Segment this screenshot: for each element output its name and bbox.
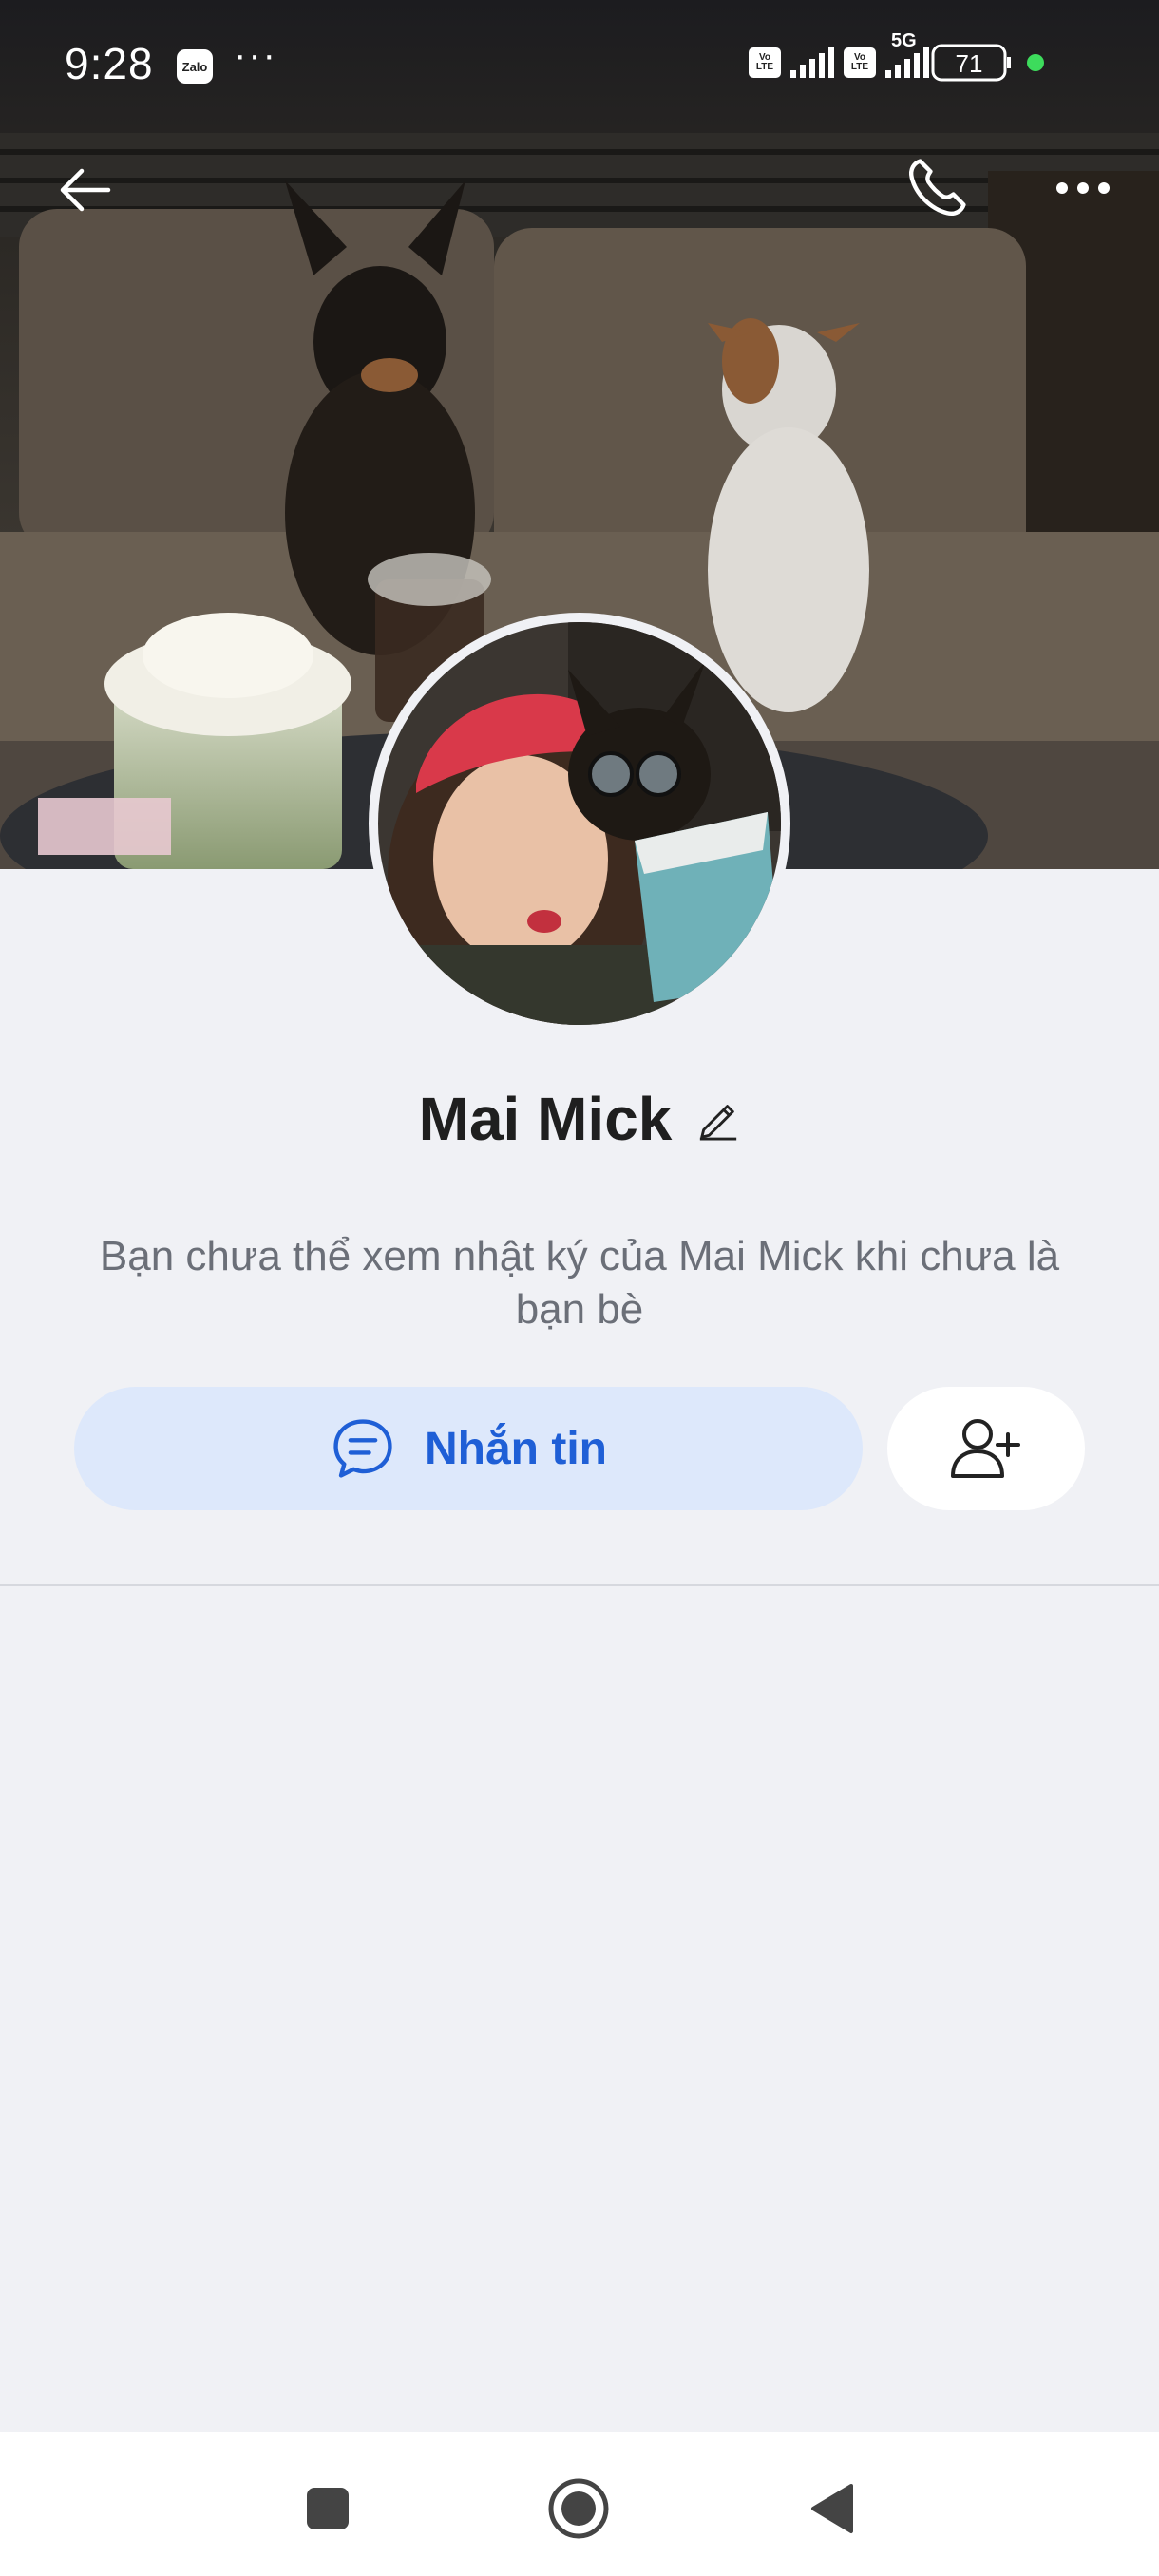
phone-icon bbox=[909, 159, 966, 216]
avatar-ring bbox=[369, 613, 790, 1034]
arrow-left-icon bbox=[60, 168, 111, 212]
edit-name-button[interactable] bbox=[696, 1097, 740, 1141]
square-icon bbox=[307, 2488, 349, 2529]
system-navigation-bar bbox=[0, 2432, 1159, 2576]
triangle-back-icon bbox=[811, 2484, 853, 2533]
avatar[interactable] bbox=[378, 622, 781, 1025]
zalo-notification-icon: Zalo bbox=[177, 49, 213, 84]
profile-name-row: Mai Mick bbox=[0, 1076, 1159, 1162]
network-type: 5G bbox=[891, 30, 917, 51]
more-options-button[interactable] bbox=[1045, 150, 1121, 226]
volte-badge-2: Vo LTE bbox=[850, 52, 869, 72]
battery-level: 71 bbox=[955, 49, 983, 78]
home-button[interactable] bbox=[536, 2466, 621, 2551]
recents-button[interactable] bbox=[285, 2466, 370, 2551]
status-indicators: Vo LTE Vo LTE 5G 71 bbox=[684, 30, 1159, 85]
avatar-photo bbox=[378, 622, 781, 1025]
status-time: 9:28 bbox=[65, 39, 154, 88]
message-button-label: Nhắn tin bbox=[425, 1423, 607, 1474]
chat-bubble-icon bbox=[333, 1419, 392, 1478]
volte-badge-1: Vo LTE bbox=[755, 52, 774, 72]
call-button[interactable] bbox=[899, 150, 975, 226]
pencil-icon bbox=[700, 1105, 737, 1141]
status-more-notifications: ··· bbox=[234, 34, 277, 76]
status-bar: 9:28 Zalo ··· Vo LTE Vo LTE 5G 71 bbox=[0, 0, 1159, 133]
back-nav-button[interactable] bbox=[788, 2466, 874, 2551]
add-user-icon bbox=[951, 1419, 1020, 1478]
friendship-notice: Bạn chưa thể xem nhật ký của Mai Mick kh… bbox=[99, 1233, 1060, 1333]
profile-name: Mai Mick bbox=[418, 1085, 673, 1153]
message-button[interactable]: Nhắn tin bbox=[74, 1387, 863, 1510]
back-button[interactable] bbox=[48, 152, 124, 228]
section-divider bbox=[0, 1584, 1159, 1586]
profile-header bbox=[0, 142, 1159, 228]
circle-icon bbox=[548, 2478, 609, 2539]
more-horizontal-icon bbox=[1056, 182, 1110, 194]
add-friend-button[interactable] bbox=[887, 1387, 1085, 1510]
